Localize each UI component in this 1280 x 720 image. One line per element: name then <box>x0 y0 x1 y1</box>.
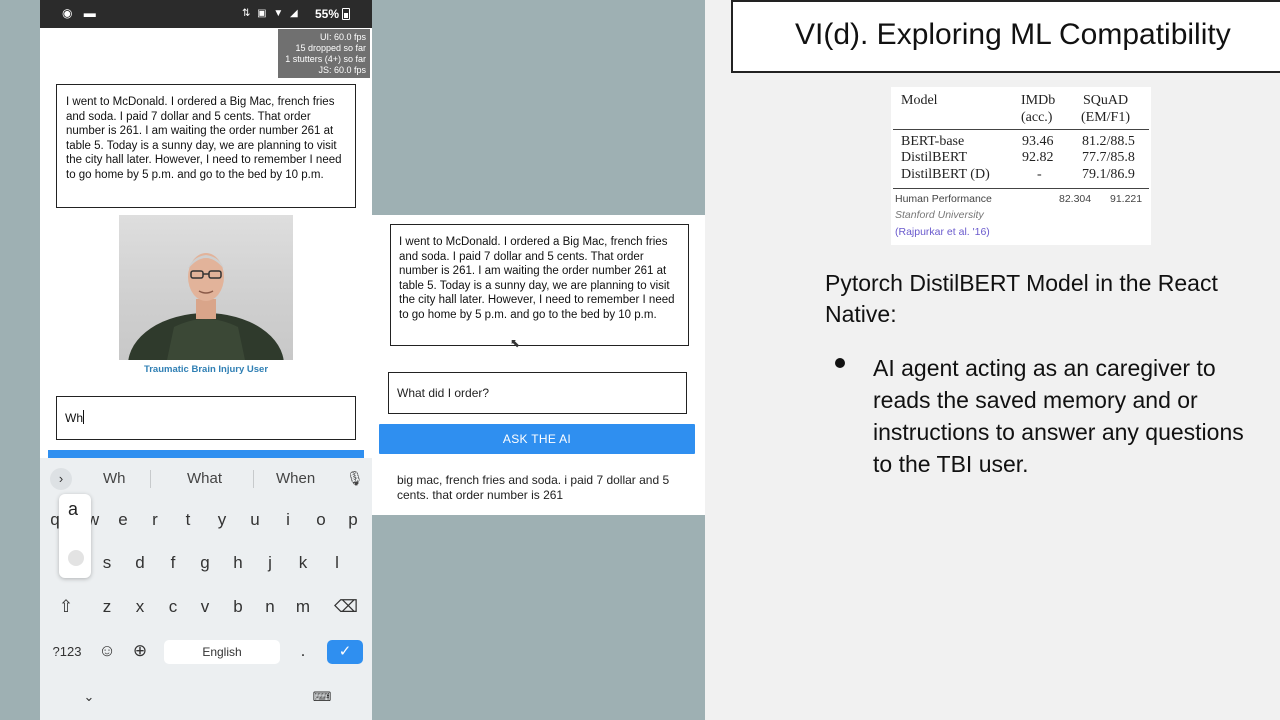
microphone-icon[interactable]: 🎙 <box>346 470 364 487</box>
user-portrait-image <box>119 215 293 360</box>
symbols-key[interactable]: ?123 <box>52 644 82 659</box>
key-a[interactable]: a <box>68 499 78 520</box>
human-performance-label: Human Performance <box>895 193 992 205</box>
presentation-slide: VI(d). Exploring ML Compatibility Model … <box>705 0 1280 720</box>
key-o[interactable]: o <box>311 510 331 530</box>
key-i[interactable]: i <box>278 510 298 530</box>
suggestion-divider <box>150 470 151 488</box>
key-m[interactable]: m <box>293 597 313 617</box>
question-input[interactable]: What did I order? <box>388 372 687 414</box>
key-s[interactable]: s <box>97 553 117 573</box>
key-j[interactable]: j <box>260 553 280 573</box>
bullet-icon <box>835 358 845 368</box>
key-b[interactable]: b <box>228 597 248 617</box>
table-row-squad: 81.2/88.5 <box>1082 134 1135 149</box>
perf-stutters: 1 stutters (4+) so far <box>285 54 366 64</box>
key-k[interactable]: k <box>293 553 313 573</box>
key-p[interactable]: p <box>343 510 363 530</box>
slide-title-box: VI(d). Exploring ML Compatibility <box>731 0 1280 73</box>
table-row-squad: 77.7/85.8 <box>1082 150 1135 165</box>
globe-icon[interactable]: ⊕ <box>130 641 150 661</box>
key-r[interactable]: r <box>145 510 165 530</box>
suggestion-divider <box>253 470 254 488</box>
question-input[interactable]: Wh <box>56 396 356 440</box>
table-row-model: DistilBERT (D) <box>901 167 990 182</box>
table-row-model: DistilBERT <box>901 150 968 165</box>
person-illustration <box>128 253 284 360</box>
key-d[interactable]: d <box>130 553 150 573</box>
emoji-icon[interactable]: ☺ <box>97 641 117 661</box>
human-performance-em: 82.304 <box>1059 193 1092 205</box>
battery-icon <box>342 8 350 20</box>
left-phone-screen: ◉ ▬ ⇅ ▣ ▼ ◢ 55% UI: 60.0 fps 15 dropped … <box>40 0 372 720</box>
ask-ai-button[interactable]: ASK THE AI <box>379 424 695 454</box>
table-rule <box>893 129 1149 130</box>
table-row-imdb: 92.82 <box>1022 150 1054 165</box>
table-header-imdb: IMDb <box>1021 93 1056 108</box>
key-z[interactable]: z <box>97 597 117 617</box>
table-header-model: Model <box>901 93 938 108</box>
mouse-pointer-icon: ⬉ <box>510 336 521 350</box>
key-a-popup[interactable]: a <box>59 494 91 578</box>
table-row-imdb: 93.46 <box>1022 134 1054 149</box>
key-n[interactable]: n <box>260 597 280 617</box>
enter-check-icon[interactable]: ✓ <box>327 640 363 664</box>
key-l[interactable]: l <box>327 553 347 573</box>
table-row-imdb: - <box>1037 167 1042 182</box>
table-header-squad: SQuAD <box>1083 93 1129 108</box>
perf-ui-fps: UI: 60.0 fps <box>319 32 366 42</box>
slide-subtitle: Pytorch DistilBERT Model in the React Na… <box>825 270 1218 327</box>
key-x[interactable]: x <box>130 597 150 617</box>
human-performance-f1: 91.221 <box>1110 193 1143 205</box>
table-rule <box>893 188 1149 189</box>
key-e[interactable]: e <box>113 510 133 530</box>
suggestion-bar: › Wh What When 🎙 <box>40 458 372 500</box>
table-row-squad: 79.1/86.9 <box>1082 167 1135 182</box>
bullet-text: AI agent acting as an caregiver to reads… <box>873 355 1244 477</box>
table-subheader-squad: (EM/F1) <box>1081 110 1130 125</box>
perf-monitor: UI: 60.0 fps 15 dropped so far 1 stutter… <box>278 29 370 78</box>
key-c[interactable]: c <box>163 597 183 617</box>
suggestion-1[interactable]: Wh <box>103 470 126 487</box>
hide-keyboard-chevron-icon[interactable]: ⌄ <box>79 689 99 705</box>
right-phone-screen: I went to McDonald. I ordered a Big Mac,… <box>372 215 705 515</box>
text-cursor <box>83 410 84 424</box>
key-u[interactable]: u <box>245 510 265 530</box>
memory-text-box[interactable]: I went to McDonald. I ordered a Big Mac,… <box>56 84 356 208</box>
slide-title: VI(d). Exploring ML Compatibility <box>795 18 1231 51</box>
soft-keyboard: › Wh What When 🎙 q w e r t y u i o p s d… <box>40 458 372 720</box>
key-t[interactable]: t <box>178 510 198 530</box>
ai-answer-text: big mac, french fries and soda. i paid 7… <box>397 473 670 502</box>
expand-chevron-icon[interactable]: › <box>50 468 72 490</box>
status-bar: ◉ ▬ ⇅ ▣ ▼ ◢ 55% <box>40 0 372 28</box>
source-label: Stanford University <box>895 209 984 221</box>
results-table: Model IMDb SQuAD (acc.) (EM/F1) BERT-bas… <box>891 87 1151 245</box>
perf-dropped: 15 dropped so far <box>295 43 366 53</box>
image-caption: Traumatic Brain Injury User <box>143 364 269 375</box>
question-input-value: Wh <box>65 411 83 425</box>
backspace-icon[interactable]: ⌫ <box>334 597 358 617</box>
shift-icon[interactable]: ⇧ <box>56 597 76 617</box>
key-g[interactable]: g <box>195 553 215 573</box>
table-subheader-imdb: (acc.) <box>1021 110 1053 125</box>
memory-text-box[interactable]: I went to McDonald. I ordered a Big Mac,… <box>390 224 689 346</box>
spacebar[interactable]: English <box>164 640 280 664</box>
suggestion-3[interactable]: When <box>276 470 315 487</box>
perf-js-fps: JS: 60.0 fps <box>318 65 366 75</box>
key-h[interactable]: h <box>228 553 248 573</box>
table-row-model: BERT-base <box>901 134 965 149</box>
ask-button-partial[interactable] <box>48 450 364 458</box>
battery-percent: 55% <box>315 7 340 21</box>
status-icons-right: ⇅ ▣ ▼ ◢ <box>242 8 300 19</box>
suggestion-2[interactable]: What <box>187 470 222 487</box>
title-top-border <box>733 0 1280 2</box>
popup-indicator-icon <box>68 550 84 566</box>
key-y[interactable]: y <box>212 510 232 530</box>
key-v[interactable]: v <box>195 597 215 617</box>
status-icons-left: ◉ ▬ <box>62 6 100 20</box>
citation-link: (Rajpurkar et al. '16) <box>895 226 990 238</box>
keyboard-switch-icon[interactable]: ⌨ <box>312 689 332 705</box>
key-f[interactable]: f <box>163 553 183 573</box>
key-period[interactable]: . <box>293 641 313 661</box>
